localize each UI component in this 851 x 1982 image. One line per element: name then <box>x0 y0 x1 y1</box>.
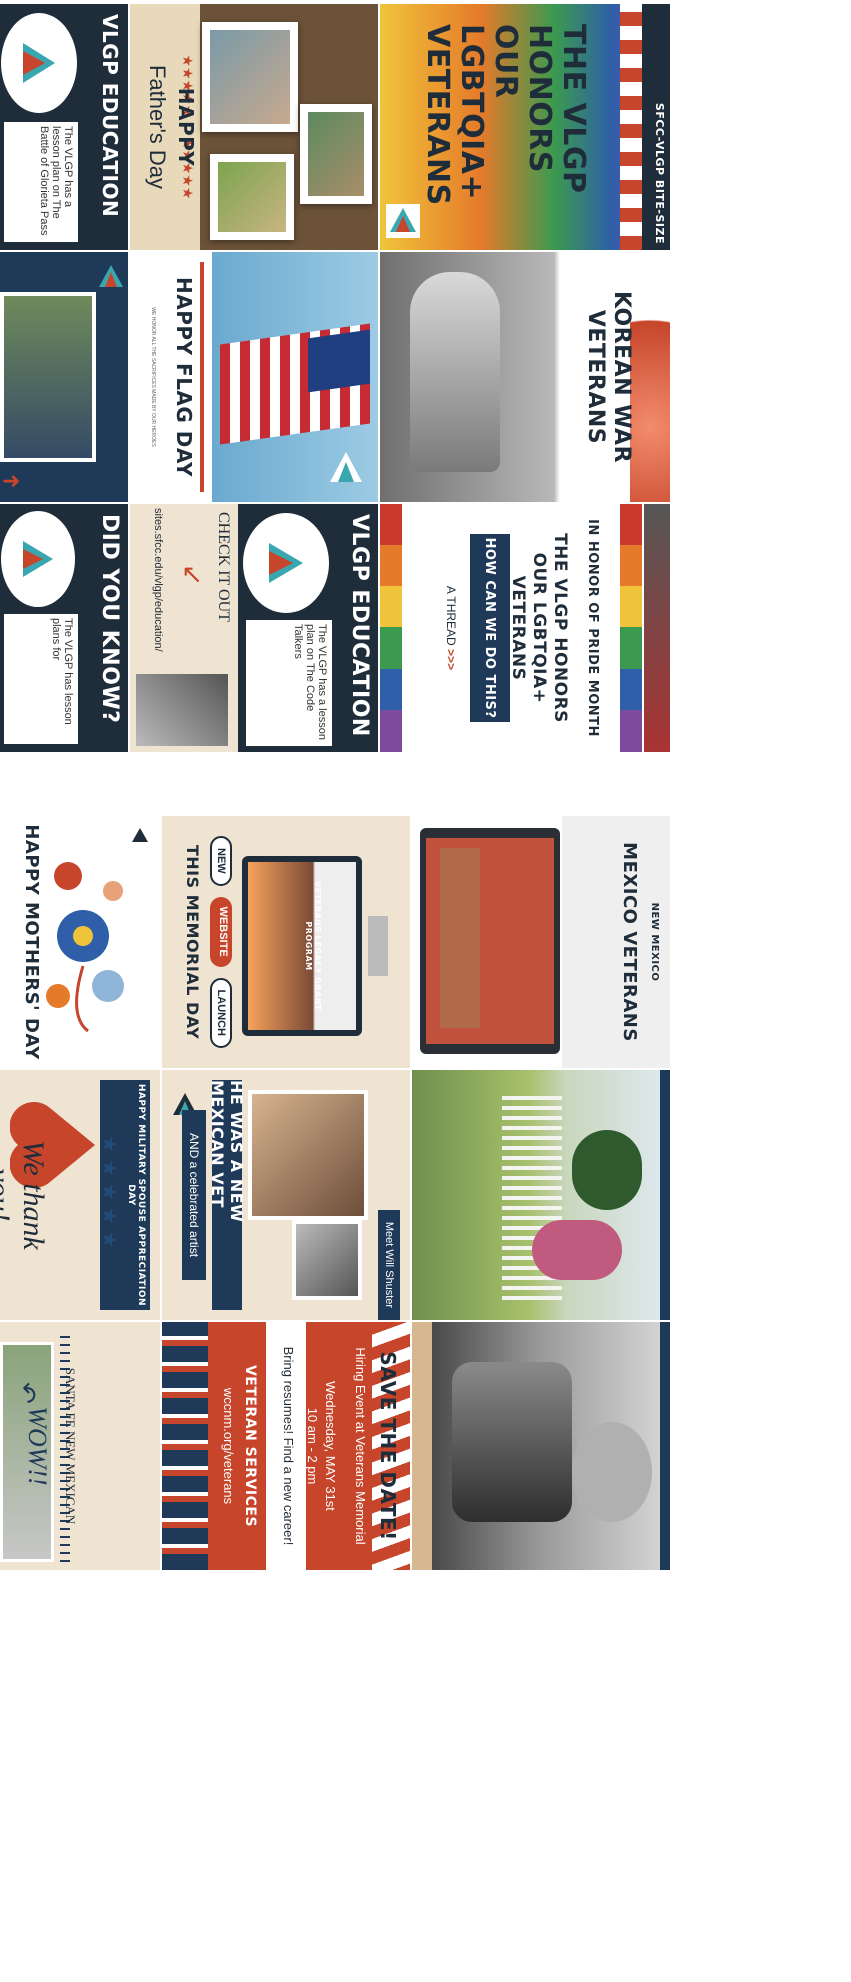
vlgp-logo-icon <box>96 262 128 322</box>
we-thank-you-script: We thank you! <box>0 1140 50 1250</box>
tile-happy-mothers-day: HAPPY MOTHERS' DAY <box>0 816 160 1068</box>
education-url[interactable]: sites.sfcc.edu/vlgp/education/ <box>144 508 164 678</box>
nm-veterans-title: MEXICO VETERANS <box>619 842 640 1042</box>
mothers-day-title: HAPPY MOTHERS' DAY <box>21 824 42 1060</box>
tree-image <box>572 1130 642 1210</box>
tile-will-shuster: HE WAS A NEW MEXICAN VET AND a celebrate… <box>162 1070 410 1320</box>
tile-did-you-know: DID YOU KNOW? The VLGP has lesson plans … <box>0 504 128 752</box>
wow-script: WOW!! <box>23 1406 52 1486</box>
event-time: 10 am - 2 pm <box>305 1407 320 1485</box>
flag-day-title: HAPPY FLAG DAY <box>172 277 196 477</box>
pride-heading: IN HONOR OF PRIDE MONTH <box>585 519 600 737</box>
vlgp-logo-icon <box>0 508 78 610</box>
vlgp-logo-icon <box>0 10 80 116</box>
outdoor-photo <box>210 154 294 240</box>
arrow-icon: ➜ <box>2 468 21 493</box>
shuster-title: HE WAS A NEW MEXICAN VET <box>208 1080 246 1310</box>
vlgp-logo-icon <box>240 510 332 616</box>
code-talkers-title: VLGP EDUCATION <box>347 514 372 737</box>
pride-title: THE VLGP HONORS OUR LGBTQIA+ VETERANS <box>508 533 570 723</box>
fathers-day-greeting: HAPPY <box>174 87 198 167</box>
blossom-tree-image <box>532 1220 622 1280</box>
badge-website: WEBSITE <box>210 896 232 967</box>
shuster-sub: AND a celebrated artist <box>182 1110 206 1280</box>
services-url[interactable]: wccnm.org/veterans <box>221 1322 236 1570</box>
tile-text: The VLGP has a lesson plan on The Battle… <box>4 122 78 242</box>
bring-resumes: Bring resumes! Find a new career! <box>281 1346 296 1546</box>
tile-military-spouse-day: HAPPY MILITARY SPOUSE APPRECIATION DAY ★… <box>0 1070 160 1320</box>
family-photo <box>300 104 372 204</box>
vlgp-logo-icon <box>386 204 420 238</box>
bite-size-tag: SFCC-VLGP BITE-SIZE <box>653 102 666 244</box>
curved-arrow-icon: ↶ <box>12 1382 42 1404</box>
vlgp-logo-icon <box>326 448 370 492</box>
shuster-caption: Meet Will Shuster <box>378 1210 400 1320</box>
tile-new-website-launch: NEW WEBSITE LAUNCH THIS MEMORIAL DAY VET… <box>162 816 410 1068</box>
tile-cemetery-photo <box>412 1070 670 1320</box>
tile-vintage-aircraft-photo <box>412 1322 670 1570</box>
flower-bouquet-icon <box>28 836 138 1036</box>
check-it-out: CHECK IT OUT <box>215 512 232 622</box>
aircraft-crew-image <box>452 1362 572 1522</box>
save-the-date-title: SAVE THE DATE! <box>376 1351 400 1541</box>
thread-label: A THREAD <box>444 585 458 646</box>
veteran-services: VETERAN SERVICES <box>242 1364 258 1528</box>
tile-new-mexico-veterans: NEW MEXICO MEXICO VETERANS <box>412 816 670 1068</box>
tile-pride-month-thread: IN HONOR OF PRIDE MONTH THE VLGP HONORS … <box>380 504 670 752</box>
code-talkers-text: The VLGP has a lesson plan on The Code T… <box>246 620 332 746</box>
tile-vlgp-education-glorieta: VLGP EDUCATION The VLGP has a lesson pla… <box>0 4 128 250</box>
tile-save-the-date: SAVE THE DATE! Hiring Event at Veterans … <box>162 1322 410 1570</box>
arrow-icon: ↙ <box>178 564 208 586</box>
screen-title: VETERANS LEGACY GRANT PROGRAM <box>304 881 322 1011</box>
tile-fathers-day: ★★★★★ ★★★★★ HAPPY Father's Day <box>130 4 378 250</box>
fathers-day-sub: Father's Day <box>145 64 170 190</box>
badge-new: NEW <box>210 836 232 886</box>
did-you-know-text: The VLGP has lesson plans for <box>4 614 78 744</box>
lgbtqia-title: THE VLGP HONORS OUR LGBTQIA+ VETERANS <box>420 24 591 206</box>
tile-title: VLGP EDUCATION <box>98 14 122 218</box>
vlgp-logo-icon <box>130 826 150 846</box>
code-talkers-photo <box>136 674 228 746</box>
spouse-banner: HAPPY MILITARY SPOUSE APPRECIATION DAY <box>126 1083 146 1307</box>
memorial-day-title: THIS MEMORIAL DAY <box>183 844 202 1040</box>
chevrons-icon: >>> <box>444 649 458 671</box>
event-date: Wednesday, MAY 31st <box>323 1381 338 1511</box>
stars-decoration: ★★★★★ <box>98 1135 120 1255</box>
screen-header: NEW MEXICO <box>649 902 660 982</box>
tile-lgbtqia-veterans-rainbow: SFCC-VLGP BITE-SIZE THE VLGP HONORS OUR … <box>380 4 670 250</box>
tile-happy-flag-day: HAPPY FLAG DAY WE HONOR ALL THE SACRIFIC… <box>130 252 378 502</box>
propeller-image <box>572 1422 652 1522</box>
tile-santa-fe-new-mexican: SANTA FE NEW MEXICAN WOW!! ↶ <box>0 1322 160 1570</box>
badge-launch: LAUNCH <box>210 977 232 1048</box>
veteran-photo <box>0 292 96 462</box>
event-name: Hiring Event at Veterans Memorial <box>353 1347 368 1545</box>
tile-vlgp-education-code-talkers: VLGP EDUCATION The VLGP has a lesson pla… <box>130 504 378 752</box>
us-flag-icon <box>220 323 370 445</box>
paper-name: SANTA FE NEW MEXICAN <box>63 1367 78 1525</box>
flag-day-small: WE HONOR ALL THE SACRIFICES MADE BY OUR … <box>150 307 156 447</box>
tile-veteran-with-flag: ➜ <box>0 252 128 502</box>
pride-question: HOW CAN WE DO THIS? <box>470 534 510 722</box>
did-you-know-title: DID YOU KNOW? <box>97 514 122 724</box>
tile-korean-war-veterans: KOREAN WAR VETERANS <box>380 252 670 502</box>
father-son-photo <box>202 22 298 132</box>
korean-war-title: KOREAN WAR VETERANS <box>583 290 634 464</box>
